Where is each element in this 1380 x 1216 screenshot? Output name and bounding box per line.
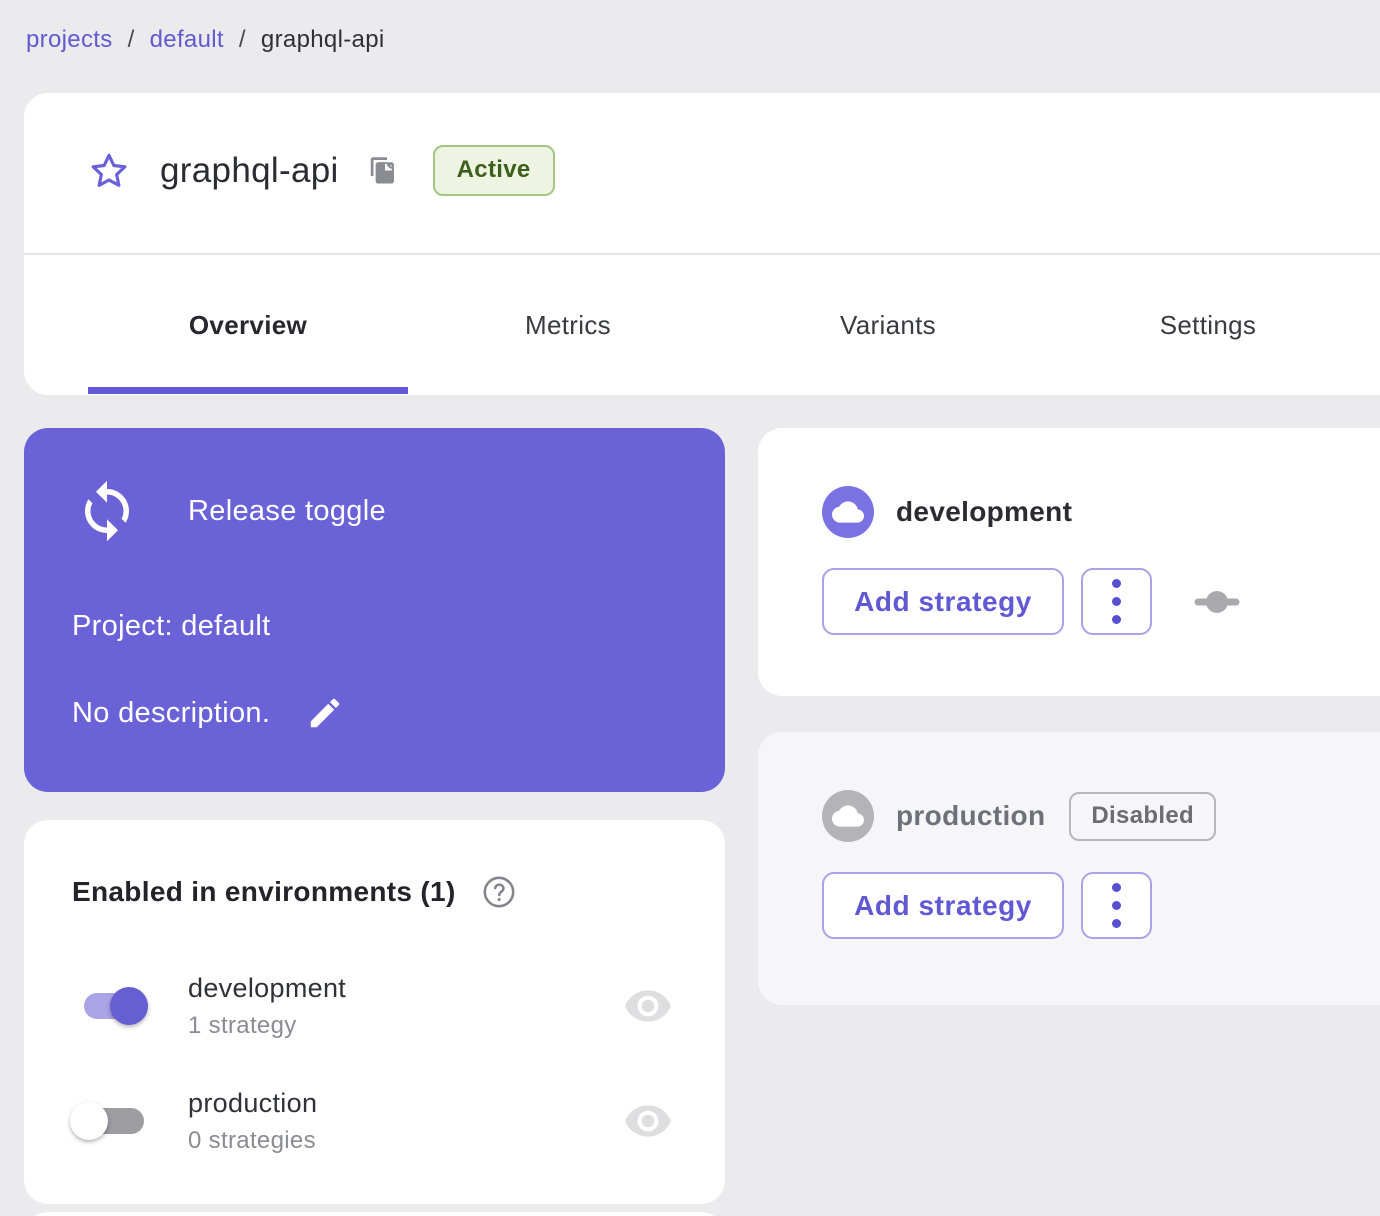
env-row-production: production 0 strategies [68, 1075, 685, 1167]
kebab-menu-icon[interactable] [1081, 872, 1152, 939]
envcard-name: development [896, 496, 1073, 527]
breadcrumb-separator: / [127, 26, 135, 53]
tab-metrics[interactable]: Metrics [408, 255, 728, 395]
breadcrumb-current: graphql-api [260, 26, 385, 53]
envcard-actions: Add strategy [758, 568, 1380, 635]
tab-overview[interactable]: Overview [88, 255, 408, 395]
toggle-thumb [110, 987, 148, 1025]
env-panel-head: Enabled in environments (1) [24, 820, 725, 909]
feature-title-row: graphql-api Active [24, 93, 1380, 196]
kebab-dot [1112, 579, 1121, 588]
project-label: Project: default [72, 610, 271, 642]
cloud-icon [822, 486, 874, 538]
edit-pencil-icon[interactable] [306, 694, 344, 732]
breadcrumb-default-link[interactable]: default [150, 26, 224, 54]
overview-card-head: Release toggle [24, 428, 725, 544]
page-title: graphql-api [160, 150, 339, 190]
commit-icon [1194, 590, 1240, 614]
disabled-badge: Disabled [1069, 791, 1216, 841]
env-row-development: development 1 strategy [68, 960, 685, 1052]
tab-variants[interactable]: Variants [728, 255, 1048, 395]
kebab-dot [1112, 597, 1121, 606]
kebab-dot [1112, 883, 1121, 892]
breadcrumb: projects / default / graphql-api [26, 26, 385, 54]
toggle-thumb [70, 1102, 108, 1140]
envcard-actions: Add strategy [758, 872, 1380, 939]
next-card-partial [24, 1212, 725, 1216]
description-text: No description. [72, 696, 271, 729]
feature-header-card: graphql-api Active Overview Metrics Vari… [24, 93, 1380, 395]
copy-icon[interactable] [367, 155, 397, 187]
add-strategy-button[interactable]: Add strategy [822, 568, 1064, 635]
star-icon[interactable] [88, 150, 130, 192]
env-row-text: production 0 strategies [188, 1088, 317, 1155]
development-environment-card: development Add strategy [758, 428, 1380, 696]
enabled-environments-panel: Enabled in environments (1) development … [24, 820, 725, 1204]
env-name: production [188, 1087, 318, 1118]
production-environment-card: production Disabled Add strategy [758, 732, 1380, 1005]
env-name: development [188, 972, 347, 1003]
status-badge: Active [432, 145, 555, 196]
env-strategy-count: 0 strategies [188, 1126, 316, 1154]
tab-settings[interactable]: Settings [1048, 255, 1368, 395]
env-panel-title: Enabled in environments (1) [72, 876, 456, 907]
production-toggle[interactable] [68, 1091, 164, 1151]
tab-bar: Overview Metrics Variants Settings [88, 255, 1368, 395]
env-row-text: development 1 strategy [188, 973, 346, 1040]
kebab-dot [1112, 901, 1121, 910]
active-tab-indicator [88, 387, 408, 394]
envcard-head: production Disabled [758, 732, 1380, 842]
add-strategy-button[interactable]: Add strategy [822, 872, 1064, 939]
kebab-dot [1112, 919, 1121, 928]
envcard-head: development [758, 428, 1380, 538]
cloud-icon [822, 790, 874, 842]
kebab-dot [1112, 615, 1121, 624]
eye-icon[interactable] [623, 1096, 673, 1146]
toggle-type-label: Release toggle [188, 494, 386, 527]
envcard-name: production [896, 800, 1046, 831]
feature-overview-card: Release toggle Project: default No descr… [24, 428, 725, 792]
breadcrumb-separator: / [238, 26, 246, 53]
description-row: No description. [72, 694, 344, 732]
eye-icon[interactable] [623, 981, 673, 1031]
kebab-menu-icon[interactable] [1081, 568, 1152, 635]
development-toggle[interactable] [68, 976, 164, 1036]
loop-icon [74, 478, 140, 544]
help-icon[interactable] [482, 875, 516, 909]
breadcrumb-projects-link[interactable]: projects [26, 26, 113, 54]
env-strategy-count: 1 strategy [188, 1011, 297, 1039]
